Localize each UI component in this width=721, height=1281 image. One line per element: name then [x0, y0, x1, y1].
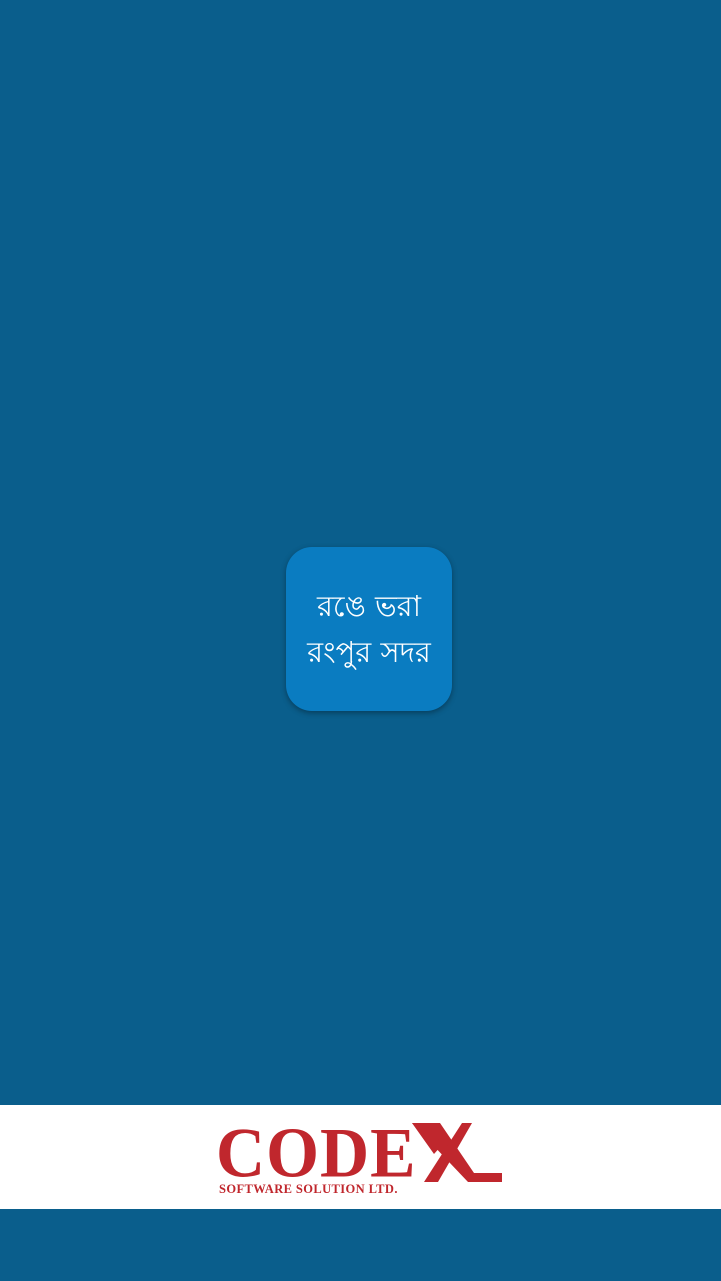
footer-banner: CODE SOFTWARE SOLUTION LTD.	[0, 1105, 721, 1209]
splash-screen: রঙে ভরা রংপুর সদর CODE SOFTWARE SOLUTION…	[0, 0, 721, 1281]
codex-logo: CODE SOFTWARE SOLUTION LTD.	[216, 1117, 506, 1201]
app-icon-title-line1: রঙে ভরা	[316, 589, 422, 623]
app-icon-title-line2: রংপুর সদর	[307, 635, 431, 669]
app-icon: রঙে ভরা রংপুর সদর	[286, 547, 452, 711]
logo-tagline: SOFTWARE SOLUTION LTD.	[219, 1182, 398, 1196]
